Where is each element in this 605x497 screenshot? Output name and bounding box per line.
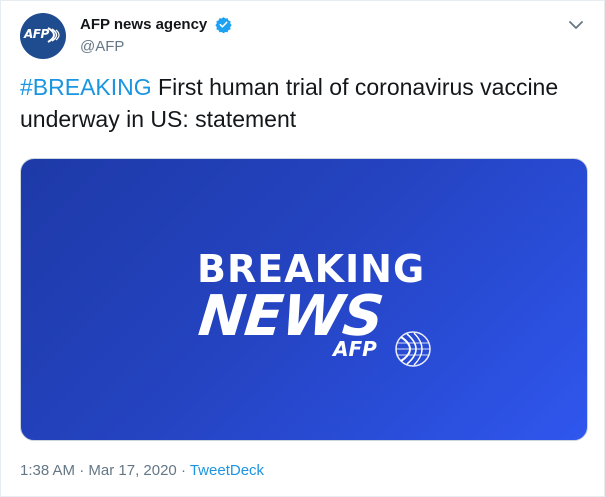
afp-globe-icon	[395, 331, 431, 367]
hashtag-link[interactable]: #BREAKING	[20, 74, 152, 100]
account-names: AFP news agency @AFP	[80, 16, 232, 55]
meta-separator: ·	[176, 462, 190, 479]
avatar-globe-icon	[47, 27, 60, 43]
display-name[interactable]: AFP news agency	[80, 16, 207, 33]
tweet-header: AFP AFP news agency @AFP	[20, 13, 590, 59]
tweet-date[interactable]: Mar 17, 2020	[88, 462, 176, 479]
tweet-text: #BREAKING First human trial of coronavir…	[20, 71, 580, 135]
tweet-media-image[interactable]: BREAKING NEWS AFP	[20, 158, 588, 441]
tweet-meta: 1:38 AM · Mar 17, 2020 · TweetDeck	[20, 462, 264, 479]
chevron-down-icon[interactable]	[568, 19, 584, 31]
tweet-card: AFP AFP news agency @AFP #BREAKING First…	[0, 0, 605, 497]
tweet-time[interactable]: 1:38 AM	[20, 462, 75, 479]
tweet-source-link[interactable]: TweetDeck	[190, 462, 264, 479]
account-handle[interactable]: @AFP	[80, 38, 232, 55]
verified-badge-icon	[215, 17, 232, 34]
meta-separator: ·	[75, 462, 89, 479]
media-afp-logo-text: AFP	[333, 337, 377, 361]
avatar[interactable]: AFP	[20, 13, 66, 59]
